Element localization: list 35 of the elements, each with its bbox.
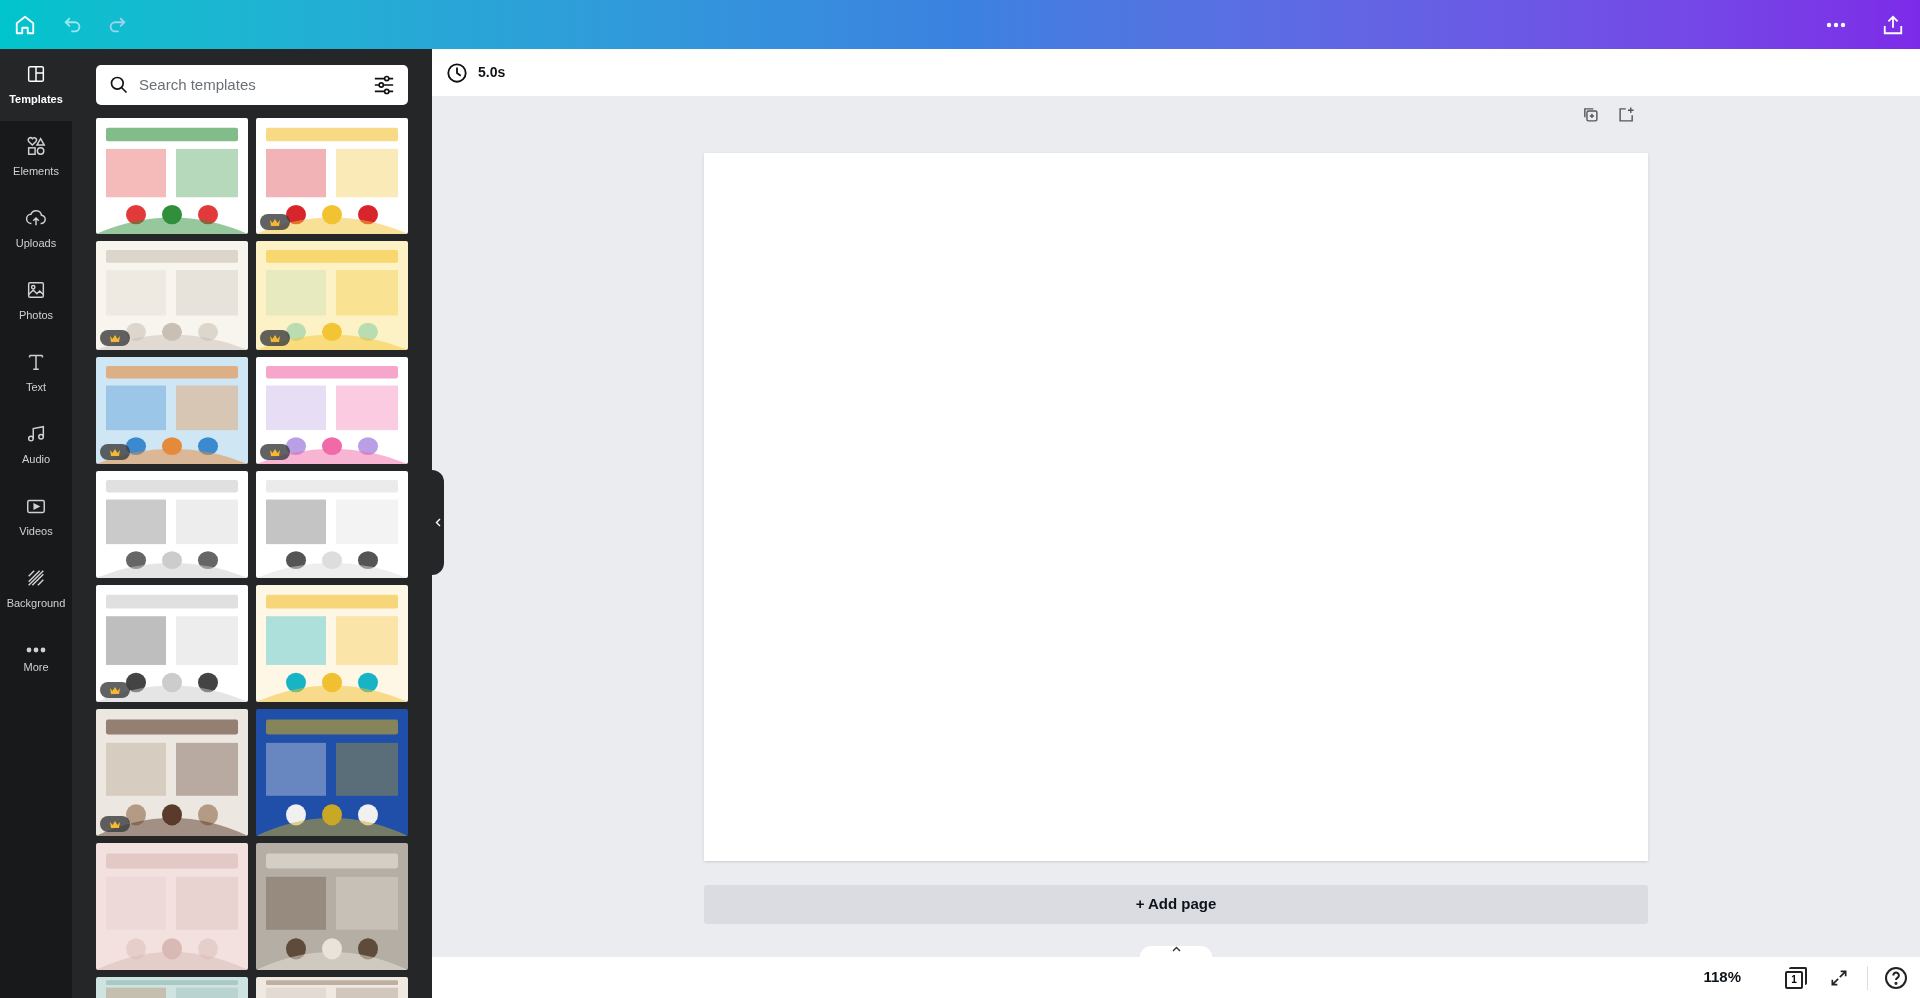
rail-tab[interactable]: Elements: [0, 121, 72, 193]
filter-icon[interactable]: [373, 74, 395, 96]
crown-icon: [109, 333, 121, 343]
search-bar[interactable]: Search templates: [96, 65, 408, 105]
crown-icon: [269, 217, 281, 227]
crown-icon: [109, 819, 121, 829]
rail-tab[interactable]: Background: [0, 553, 72, 625]
page-drawer-tab[interactable]: [1140, 946, 1212, 957]
rail-tab[interactable]: Audio: [0, 409, 72, 481]
search-icon: [109, 75, 129, 95]
clock-icon[interactable]: [446, 61, 468, 84]
crown-icon: [109, 685, 121, 695]
duplicate-page-icon[interactable]: [1582, 106, 1599, 123]
chevron-up-icon: [1171, 946, 1181, 952]
collapse-handle[interactable]: [432, 470, 444, 575]
crown-icon: [269, 447, 281, 457]
rail-tab[interactable]: More: [0, 625, 72, 697]
duration-label[interactable]: 5.0s: [478, 62, 506, 83]
add-page-icon[interactable]: [1618, 106, 1635, 123]
add-page-button[interactable]: + Add page: [704, 885, 1648, 924]
zoom-level[interactable]: 118%: [1703, 966, 1741, 989]
rail-tab[interactable]: Text: [0, 337, 72, 409]
rail-tab[interactable]: Templates: [0, 49, 72, 121]
crown-icon: [269, 333, 281, 343]
shapes-icon: [25, 134, 47, 157]
more-icon[interactable]: [1826, 21, 1846, 28]
crown-icon: [109, 447, 121, 457]
more-icon: [25, 646, 47, 653]
chevron-left-icon: [435, 518, 441, 527]
search-field[interactable]: Search templates: [139, 73, 373, 97]
share-icon[interactable]: [1882, 13, 1904, 36]
rail-tab[interactable]: Videos: [0, 481, 72, 553]
rail-tab[interactable]: Photos: [0, 265, 72, 337]
rail-tab[interactable]: Uploads: [0, 193, 72, 265]
help-icon[interactable]: [1884, 965, 1908, 990]
